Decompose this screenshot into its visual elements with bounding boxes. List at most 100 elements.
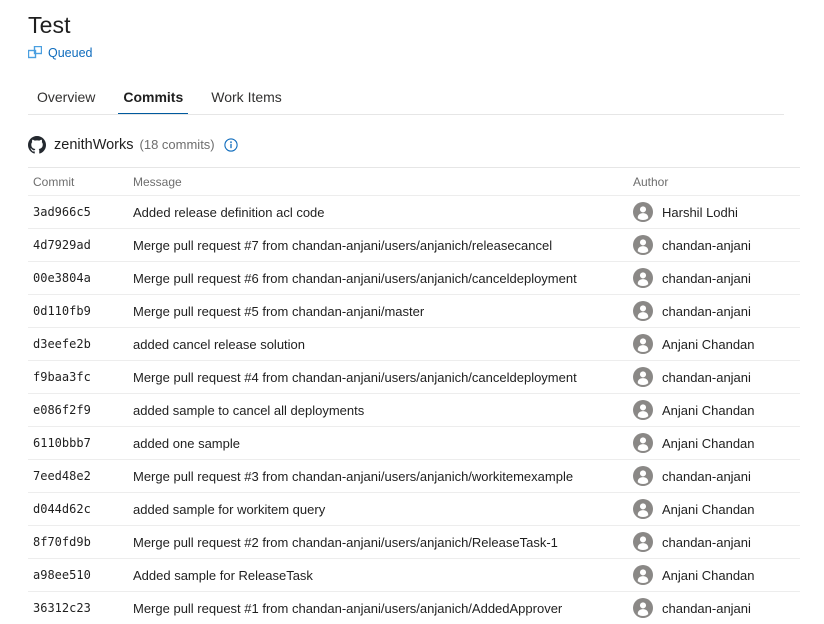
avatar <box>633 334 653 354</box>
status-link[interactable]: Queued <box>48 45 92 61</box>
commit-message: Merge pull request #2 from chandan-anjan… <box>128 534 628 551</box>
author-name: chandan-anjani <box>662 369 751 386</box>
commit-author: chandan-anjani <box>628 466 800 486</box>
page-title: Test <box>28 10 824 40</box>
tab-bar: Overview Commits Work Items <box>0 81 824 115</box>
commit-message: Merge pull request #4 from chandan-anjan… <box>128 369 628 386</box>
table-row[interactable]: 8f70fd9b Merge pull request #2 from chan… <box>28 525 800 558</box>
avatar <box>633 532 653 552</box>
commit-message: Merge pull request #7 from chandan-anjan… <box>128 237 628 254</box>
table-body: 3ad966c5 Added release definition acl co… <box>28 195 800 624</box>
table-header-row: Commit Message Author <box>28 168 800 195</box>
commit-message: Merge pull request #6 from chandan-anjan… <box>128 270 628 287</box>
author-name: chandan-anjani <box>662 600 751 617</box>
commit-author: chandan-anjani <box>628 268 800 288</box>
commit-hash[interactable]: 0d110fb9 <box>28 303 128 319</box>
avatar <box>633 202 653 222</box>
commit-message: Merge pull request #3 from chandan-anjan… <box>128 468 628 485</box>
avatar <box>633 565 653 585</box>
commit-hash[interactable]: 3ad966c5 <box>28 204 128 220</box>
author-name: chandan-anjani <box>662 468 751 485</box>
commit-hash[interactable]: 00e3804a <box>28 270 128 286</box>
commit-hash[interactable]: 36312c23 <box>28 600 128 616</box>
commit-author: chandan-anjani <box>628 598 800 618</box>
author-name: chandan-anjani <box>662 534 751 551</box>
commit-count-label: (18 commits) <box>140 135 215 155</box>
commit-author: Anjani Chandan <box>628 565 800 585</box>
commit-author: Harshil Lodhi <box>628 202 800 222</box>
table-row[interactable]: 00e3804a Merge pull request #6 from chan… <box>28 261 800 294</box>
commit-hash[interactable]: d044d62c <box>28 501 128 517</box>
author-name: Anjani Chandan <box>662 435 755 452</box>
commit-hash[interactable]: a98ee510 <box>28 567 128 583</box>
commit-message: Merge pull request #1 from chandan-anjan… <box>128 600 628 617</box>
avatar <box>633 268 653 288</box>
commit-author: chandan-anjani <box>628 367 800 387</box>
build-details-page: Test Queued Overview Commits Work Items … <box>0 0 824 616</box>
commit-author: Anjani Chandan <box>628 499 800 519</box>
avatar <box>633 301 653 321</box>
commit-hash[interactable]: 7eed48e2 <box>28 468 128 484</box>
table-row[interactable]: 7eed48e2 Merge pull request #3 from chan… <box>28 459 800 492</box>
author-name: Anjani Chandan <box>662 402 755 419</box>
github-icon <box>28 136 46 154</box>
avatar <box>633 400 653 420</box>
avatar <box>633 499 653 519</box>
table-row[interactable]: e086f2f9 added sample to cancel all depl… <box>28 393 800 426</box>
commit-hash[interactable]: 8f70fd9b <box>28 534 128 550</box>
commits-table: Commit Message Author 3ad966c5 Added rel… <box>28 168 800 624</box>
commit-author: Anjani Chandan <box>628 334 800 354</box>
commit-message: Merge pull request #5 from chandan-anjan… <box>128 303 628 320</box>
commit-hash[interactable]: e086f2f9 <box>28 402 128 418</box>
commit-author: chandan-anjani <box>628 532 800 552</box>
author-name: Anjani Chandan <box>662 567 755 584</box>
commit-message: added sample to cancel all deployments <box>128 402 628 419</box>
repository-name[interactable]: zenithWorks <box>54 135 134 155</box>
commit-author: chandan-anjani <box>628 301 800 321</box>
author-name: chandan-anjani <box>662 237 751 254</box>
author-name: chandan-anjani <box>662 303 751 320</box>
table-row[interactable]: 4d7929ad Merge pull request #7 from chan… <box>28 228 800 261</box>
table-row[interactable]: d044d62c added sample for workitem query… <box>28 492 800 525</box>
avatar <box>633 598 653 618</box>
build-status: Queued <box>28 44 824 62</box>
tab-work-items[interactable]: Work Items <box>197 88 296 115</box>
repository-summary: zenithWorks (18 commits) <box>0 134 824 156</box>
commit-author: Anjani Chandan <box>628 433 800 453</box>
commit-message: Added release definition acl code <box>128 204 628 221</box>
commit-message: Added sample for ReleaseTask <box>128 567 628 584</box>
table-row[interactable]: a98ee510 Added sample for ReleaseTask An… <box>28 558 800 591</box>
avatar <box>633 235 653 255</box>
avatar <box>633 466 653 486</box>
table-row[interactable]: 36312c23 Merge pull request #1 from chan… <box>28 591 800 624</box>
table-row[interactable]: d3eefe2b added cancel release solution A… <box>28 327 800 360</box>
table-row[interactable]: 6110bbb7 added one sample Anjani Chandan <box>28 426 800 459</box>
author-name: Harshil Lodhi <box>662 204 738 221</box>
author-name: chandan-anjani <box>662 270 751 287</box>
column-header-message: Message <box>128 174 628 190</box>
page-header: Test Queued <box>0 0 824 62</box>
tabs-divider <box>28 114 784 115</box>
commit-hash[interactable]: 6110bbb7 <box>28 435 128 451</box>
table-row[interactable]: 3ad966c5 Added release definition acl co… <box>28 195 800 228</box>
tab-commits[interactable]: Commits <box>109 88 197 115</box>
info-icon[interactable] <box>224 138 238 152</box>
author-name: Anjani Chandan <box>662 501 755 518</box>
commit-message: added sample for workitem query <box>128 501 628 518</box>
avatar <box>633 433 653 453</box>
commit-message: added cancel release solution <box>128 336 628 353</box>
column-header-author: Author <box>628 174 800 190</box>
commit-author: Anjani Chandan <box>628 400 800 420</box>
commit-message: added one sample <box>128 435 628 452</box>
commit-hash[interactable]: 4d7929ad <box>28 237 128 253</box>
tab-overview[interactable]: Overview <box>28 88 109 115</box>
branch-icon <box>28 46 42 60</box>
table-row[interactable]: f9baa3fc Merge pull request #4 from chan… <box>28 360 800 393</box>
column-header-commit: Commit <box>28 174 128 190</box>
commit-hash[interactable]: f9baa3fc <box>28 369 128 385</box>
author-name: Anjani Chandan <box>662 336 755 353</box>
table-row[interactable]: 0d110fb9 Merge pull request #5 from chan… <box>28 294 800 327</box>
commit-hash[interactable]: d3eefe2b <box>28 336 128 352</box>
commit-author: chandan-anjani <box>628 235 800 255</box>
avatar <box>633 367 653 387</box>
